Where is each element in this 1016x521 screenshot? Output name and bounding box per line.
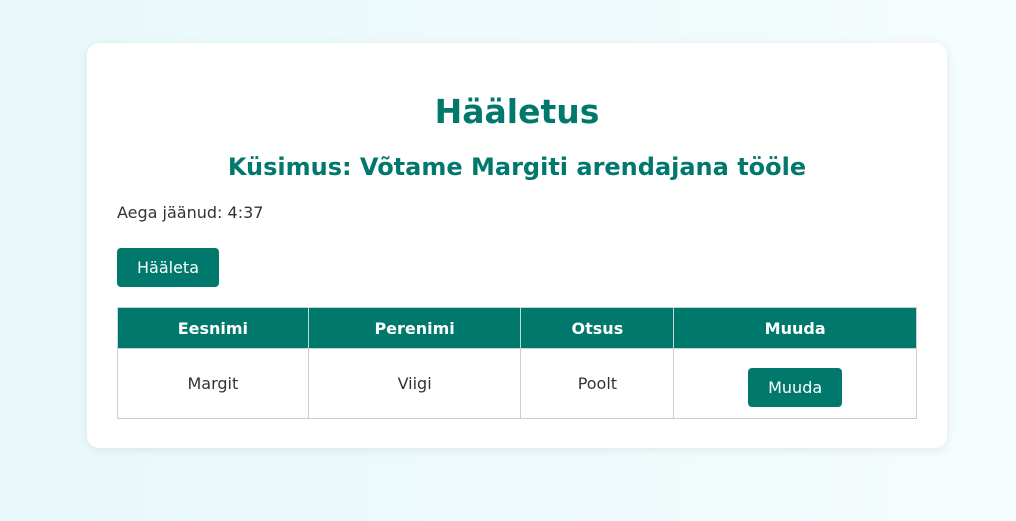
cell-first-name: Margit: [117, 348, 309, 419]
edit-button[interactable]: Muuda: [748, 368, 843, 407]
vote-button[interactable]: Hääleta: [117, 248, 219, 287]
cell-decision: Poolt: [520, 348, 675, 419]
voting-card: Hääletus Küsimus: Võtame Margiti arendaj…: [87, 43, 947, 448]
table-row: Margit Viigi Poolt Muuda: [117, 348, 917, 419]
column-header-edit: Muuda: [673, 307, 917, 349]
page-title: Hääletus: [434, 92, 600, 131]
question-heading: Küsimus: Võtame Margiti arendajana tööle: [227, 153, 807, 181]
column-header-last-name: Perenimi: [307, 307, 522, 349]
time-remaining: Aega jäänud: 4:37: [117, 203, 264, 222]
cell-last-name: Viigi: [307, 348, 522, 419]
cell-edit: Muuda: [673, 348, 917, 419]
column-header-first-name: Eesnimi: [117, 307, 309, 349]
table-header-row: Eesnimi Perenimi Otsus Muuda: [117, 307, 917, 349]
column-header-decision: Otsus: [520, 307, 675, 349]
votes-table: Eesnimi Perenimi Otsus Muuda Margit Viig…: [117, 307, 917, 419]
